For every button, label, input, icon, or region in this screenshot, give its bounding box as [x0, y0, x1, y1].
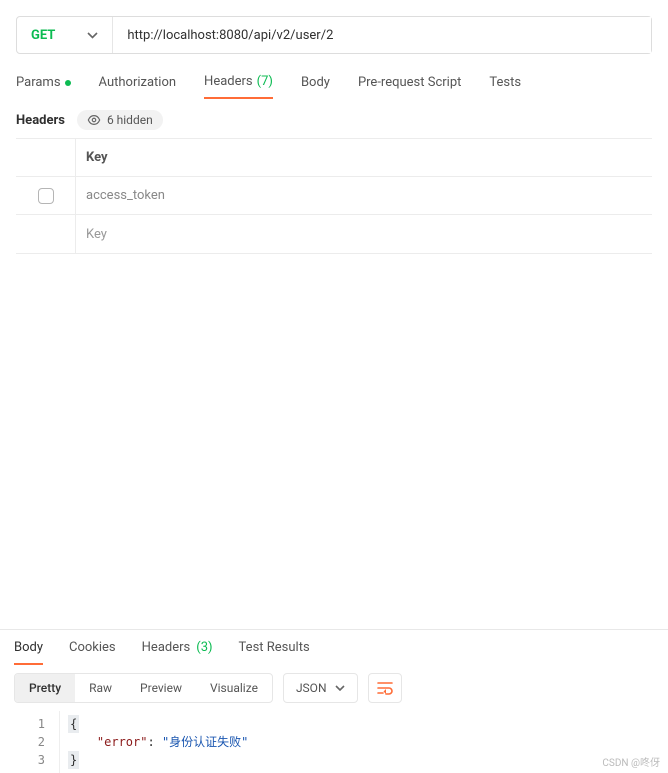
headers-table-header-row: Key: [16, 139, 652, 177]
chevron-down-icon: [335, 685, 345, 691]
tab-label: Authorization: [99, 75, 177, 90]
view-mode-preview[interactable]: Preview: [126, 674, 196, 702]
response-toolbar: Pretty Raw Preview Visualize JSON: [0, 665, 668, 711]
tab-label: Pre-request Script: [358, 75, 461, 90]
request-bar: GET: [16, 16, 652, 54]
tab-headers[interactable]: Headers (7): [204, 74, 273, 99]
wrap-lines-button[interactable]: [368, 673, 402, 703]
response-tab-test-results[interactable]: Test Results: [239, 640, 310, 665]
table-row[interactable]: access_token: [16, 177, 652, 215]
tab-label: Headers: [142, 640, 191, 657]
headers-table: Key access_token Key: [16, 138, 652, 254]
url-input[interactable]: [113, 17, 651, 53]
header-key-value[interactable]: access_token: [76, 188, 652, 203]
view-mode-raw[interactable]: Raw: [75, 674, 126, 702]
tab-label: Test Results: [239, 640, 310, 657]
tab-count: (7): [257, 74, 273, 89]
headers-title: Headers: [16, 113, 65, 128]
line-gutter: 123: [0, 711, 60, 773]
tab-label: Params: [16, 75, 61, 90]
tab-label: Body: [14, 640, 43, 655]
table-row-new[interactable]: Key: [16, 215, 652, 253]
headers-section-bar: Headers 6 hidden: [0, 100, 668, 138]
tab-authorization[interactable]: Authorization: [99, 75, 177, 98]
tab-label: Tests: [489, 75, 521, 90]
format-value: JSON: [296, 681, 327, 695]
tab-body[interactable]: Body: [301, 75, 330, 98]
tab-label: Headers: [204, 74, 253, 89]
tab-count: (3): [196, 640, 212, 657]
header-key-placeholder[interactable]: Key: [76, 227, 652, 242]
chevron-down-icon: [87, 32, 98, 39]
http-method-select[interactable]: GET: [17, 17, 113, 53]
request-tabs: Params Authorization Headers (7) Body Pr…: [0, 60, 668, 100]
hidden-headers-toggle[interactable]: 6 hidden: [77, 110, 163, 130]
active-indicator-dot: [65, 80, 71, 86]
response-tab-cookies[interactable]: Cookies: [69, 640, 116, 665]
column-key: Key: [76, 150, 652, 165]
response-tab-headers[interactable]: Headers (3): [142, 640, 213, 665]
json-string: "身份认证失败": [162, 735, 248, 749]
response-tabs: Body Cookies Headers (3) Test Results: [0, 629, 668, 665]
view-mode-segmented: Pretty Raw Preview Visualize: [14, 673, 273, 703]
watermark: CSDN @咚伢: [602, 754, 660, 769]
row-checkbox[interactable]: [38, 188, 54, 204]
response-tab-body[interactable]: Body: [14, 640, 43, 665]
tab-label: Body: [301, 75, 330, 90]
tab-params[interactable]: Params: [16, 75, 71, 98]
hidden-label: 6 hidden: [107, 113, 153, 127]
view-mode-visualize[interactable]: Visualize: [196, 674, 272, 702]
code-body: { "error": "身份认证失败" }: [60, 711, 256, 773]
json-key: "error": [97, 735, 148, 749]
tab-label: Cookies: [69, 640, 116, 657]
wrap-icon: [376, 681, 394, 695]
response-format-select[interactable]: JSON: [283, 673, 358, 703]
view-mode-pretty[interactable]: Pretty: [15, 674, 75, 702]
eye-icon: [87, 113, 101, 127]
response-body-editor[interactable]: 123 { "error": "身份认证失败" }: [0, 711, 668, 773]
method-label: GET: [31, 28, 55, 43]
tab-prerequest[interactable]: Pre-request Script: [358, 75, 461, 98]
tab-tests[interactable]: Tests: [489, 75, 521, 98]
